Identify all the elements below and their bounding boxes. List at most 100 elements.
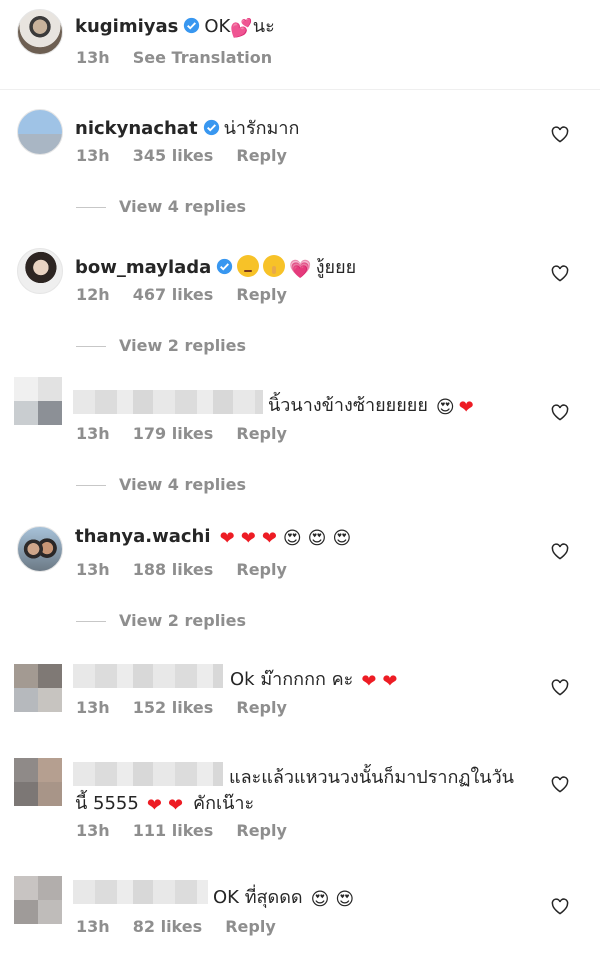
avatar[interactable]: [14, 664, 62, 712]
avatar[interactable]: [14, 758, 62, 806]
red-heart-emoji: ❤: [382, 671, 398, 692]
verified-badge-icon: [184, 17, 200, 34]
avatar[interactable]: [17, 526, 63, 572]
comment-header: bow_maylada 💗 งู้ยยย: [75, 252, 356, 281]
red-heart-emoji: ❤: [361, 671, 377, 692]
red-heart-emoji: ❤: [458, 397, 474, 418]
likes-count[interactable]: 152 likes: [133, 698, 214, 717]
red-heart-emoji: ❤: [146, 795, 162, 816]
comment-text: นิ้วนางข้างซ้ายยยยย: [268, 395, 428, 416]
likes-count[interactable]: 188 likes: [133, 560, 214, 579]
view-replies-button[interactable]: View 4 replies: [119, 197, 246, 216]
timestamp: 12h: [76, 285, 110, 304]
blurred-username: [73, 880, 208, 904]
verified-badge-icon: [217, 258, 233, 275]
reply-button[interactable]: Reply: [236, 285, 287, 304]
replies-line: [76, 485, 106, 486]
red-heart-emoji: ❤: [240, 528, 256, 549]
username[interactable]: thanya.wachi: [75, 526, 211, 547]
reply-button[interactable]: Reply: [236, 560, 287, 579]
verified-badge-icon: [203, 119, 219, 136]
two-hearts-emoji: 💕: [230, 18, 253, 39]
username[interactable]: kugimiyas: [75, 16, 178, 37]
comment-header: Ok ม๊ากกกก คะ ❤ ❤: [230, 664, 398, 693]
comment-meta: 12h 467 likes Reply: [76, 285, 287, 304]
heart-outline-icon[interactable]: [551, 543, 569, 560]
heart-eyes-emoji: 😍: [310, 889, 330, 910]
replies-line: [76, 346, 106, 347]
avatar[interactable]: [17, 248, 63, 294]
comment-text-suffix: คักเน๊าะ: [193, 793, 255, 814]
view-replies-button[interactable]: View 4 replies: [119, 475, 246, 494]
avatar[interactable]: [14, 876, 62, 924]
timestamp: 13h: [76, 48, 110, 67]
comment-meta: 13h 345 likes Reply: [76, 146, 287, 165]
likes-count[interactable]: 82 likes: [133, 917, 202, 936]
heart-outline-icon[interactable]: [551, 776, 569, 793]
red-heart-emoji: ❤: [219, 528, 235, 549]
reply-button[interactable]: Reply: [236, 698, 287, 717]
timestamp: 13h: [76, 821, 110, 840]
comment-header: นิ้วนางข้างซ้ายยยยย 😍 ❤: [268, 390, 474, 419]
comment-text: งู้ยยย: [315, 257, 357, 278]
reply-button[interactable]: Reply: [236, 821, 287, 840]
likes-count[interactable]: 467 likes: [133, 285, 214, 304]
blurred-username: [73, 664, 223, 688]
timestamp: 13h: [76, 917, 110, 936]
timestamp: 13h: [76, 560, 110, 579]
replies-line: [76, 621, 106, 622]
timestamp: 13h: [76, 698, 110, 717]
avatar[interactable]: [17, 9, 63, 55]
comment-header: kugimiyas OK💕นะ: [75, 11, 275, 40]
comment-header: nickynachat น่ารักมาก: [75, 113, 299, 142]
divider: [0, 89, 600, 90]
heart-eyes-emoji: 😍: [332, 528, 352, 549]
comment-text-line1: และแล้วแหวนวงนั้นก็มาปรากฏในวัน: [229, 767, 514, 788]
heart-outline-icon[interactable]: [551, 898, 569, 915]
username[interactable]: bow_maylada: [75, 257, 211, 278]
likes-count[interactable]: 179 likes: [133, 424, 214, 443]
smiling-hearts-emoji: [237, 255, 260, 277]
shushing-face-emoji: [263, 255, 286, 277]
comment-text: นี้ 5555: [75, 793, 139, 814]
heart-eyes-emoji: 😍: [307, 528, 327, 549]
view-replies-button[interactable]: View 2 replies: [119, 611, 246, 630]
red-heart-emoji: ❤: [261, 528, 277, 549]
comment-text: OK: [204, 16, 231, 37]
pink-heart-emoji: 💗: [289, 259, 312, 280]
heart-outline-icon[interactable]: [551, 126, 569, 143]
heart-outline-icon[interactable]: [551, 404, 569, 421]
reply-button[interactable]: Reply: [236, 146, 287, 165]
comment-text: Ok ม๊ากกกก คะ: [230, 669, 354, 690]
comment-header: OK ที่สุดดด 😍 😍: [213, 882, 354, 911]
blurred-username: [73, 762, 223, 786]
likes-count[interactable]: 345 likes: [133, 146, 214, 165]
reply-button[interactable]: Reply: [236, 424, 287, 443]
comment-meta: 13h 188 likes Reply: [76, 560, 287, 579]
comment-meta: 13h 152 likes Reply: [76, 698, 287, 717]
comment-text-line2: นี้ 5555 ❤ ❤ คักเน๊าะ: [75, 788, 254, 817]
avatar[interactable]: [17, 109, 63, 155]
heart-outline-icon[interactable]: [551, 679, 569, 696]
reply-button[interactable]: Reply: [225, 917, 276, 936]
timestamp: 13h: [76, 146, 110, 165]
comment-text: น่ารักมาก: [223, 118, 300, 139]
heart-eyes-emoji: 😍: [335, 889, 355, 910]
heart-eyes-emoji: 😍: [435, 397, 455, 418]
avatar[interactable]: [14, 377, 62, 425]
heart-eyes-emoji: 😍: [282, 528, 302, 549]
username[interactable]: nickynachat: [75, 118, 198, 139]
comment-header: thanya.wachi ❤ ❤ ❤ 😍 😍 😍: [75, 526, 351, 549]
comment-meta: 13h See Translation: [76, 48, 272, 67]
comment-meta: 13h 111 likes Reply: [76, 821, 287, 840]
likes-count[interactable]: 111 likes: [133, 821, 214, 840]
see-translation-link[interactable]: See Translation: [133, 48, 272, 67]
comment-meta: 13h 82 likes Reply: [76, 917, 276, 936]
heart-outline-icon[interactable]: [551, 265, 569, 282]
view-replies-button[interactable]: View 2 replies: [119, 336, 246, 355]
comment-text-suffix: นะ: [252, 16, 275, 37]
blurred-username: [73, 390, 263, 414]
red-heart-emoji: ❤: [167, 795, 184, 816]
replies-line: [76, 207, 106, 208]
timestamp: 13h: [76, 424, 110, 443]
